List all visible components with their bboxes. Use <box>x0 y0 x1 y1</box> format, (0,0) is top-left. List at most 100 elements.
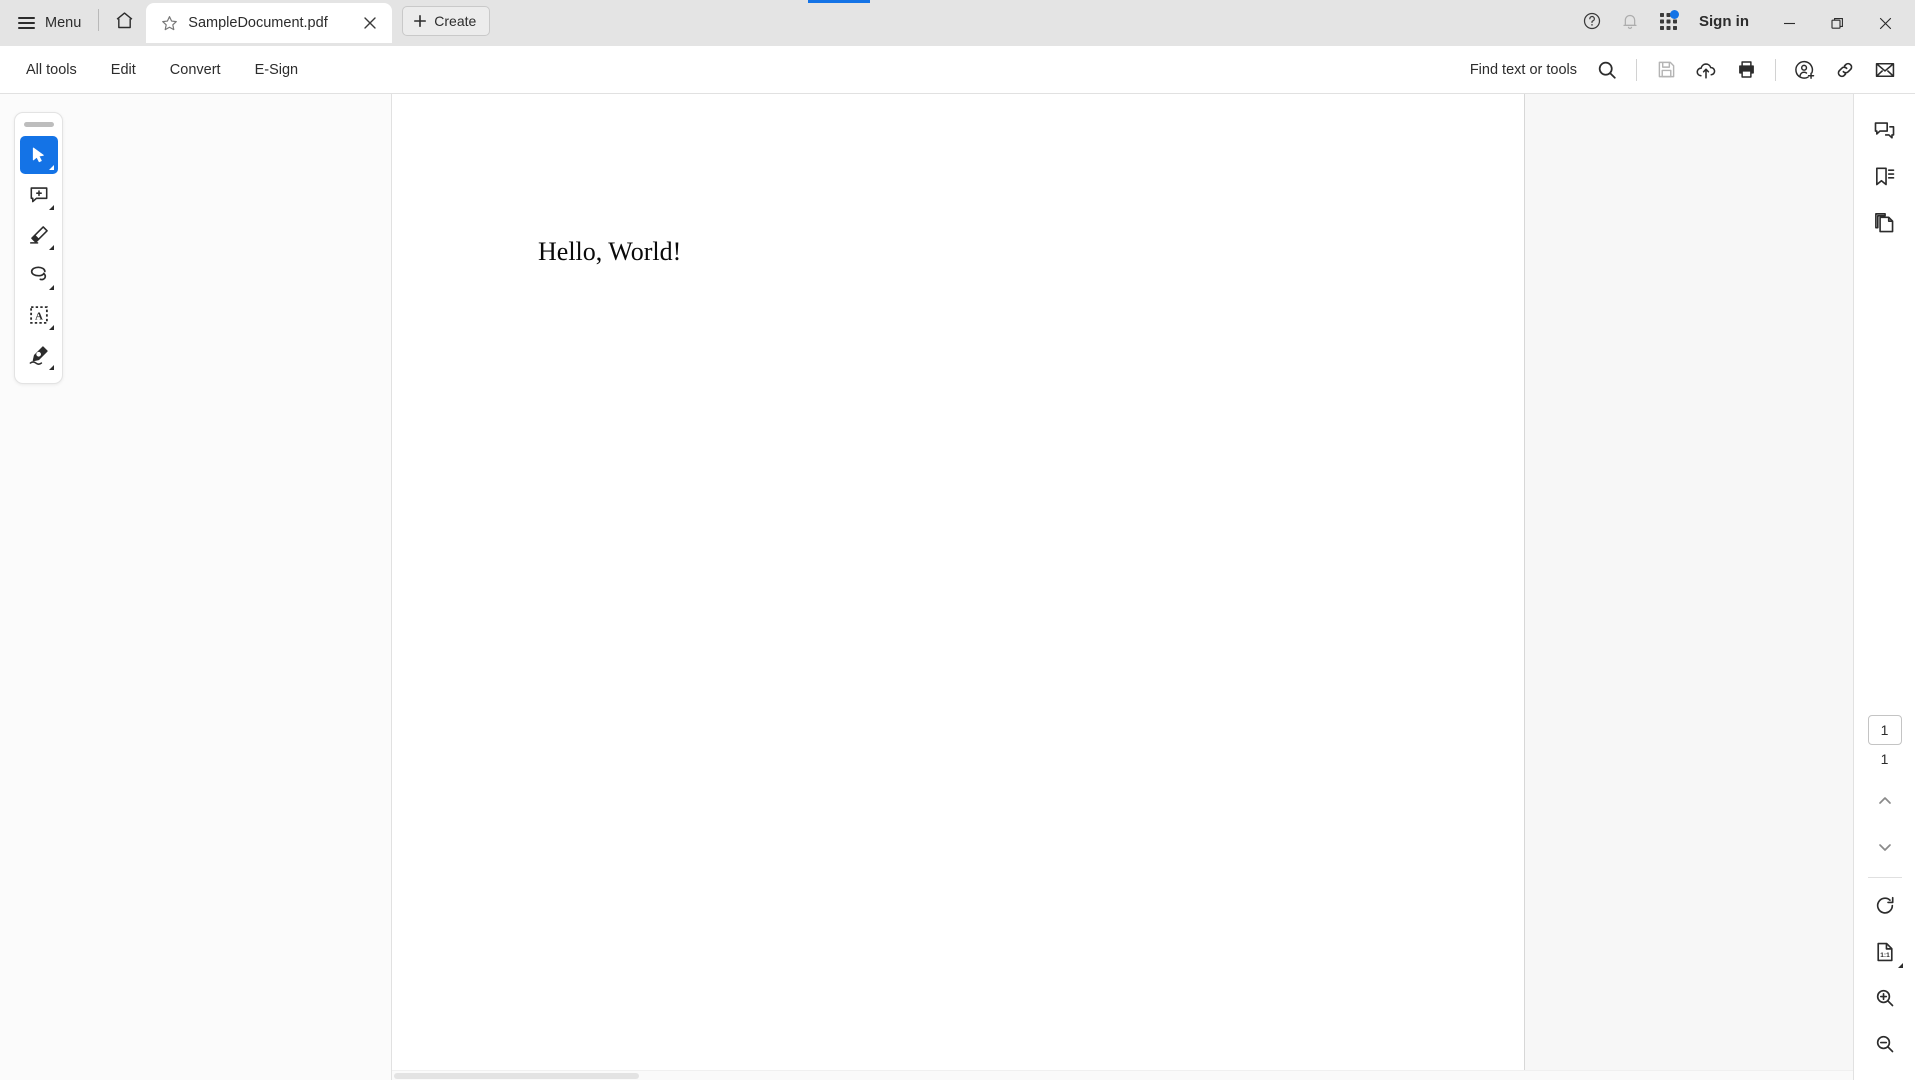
title-bar-left: Menu SampleDocument.pdf Create <box>0 0 491 46</box>
email-button[interactable] <box>1865 53 1905 87</box>
help-button[interactable] <box>1573 4 1611 38</box>
dropdown-corner-indicator <box>48 165 54 170</box>
title-bar: Menu SampleDocument.pdf Create Sign in <box>0 0 1915 46</box>
upload-cloud-button[interactable] <box>1686 53 1726 87</box>
minimize-icon <box>1783 17 1796 30</box>
chevron-up-icon <box>1877 793 1893 809</box>
link-icon <box>1834 59 1856 81</box>
select-text-box-icon: A <box>28 304 50 326</box>
highlighter-icon <box>28 224 50 246</box>
highlight-tool[interactable] <box>20 216 58 254</box>
star-icon[interactable] <box>160 14 179 33</box>
minimize-button[interactable] <box>1765 0 1813 46</box>
hamburger-icon <box>18 17 35 29</box>
dropdown-corner-indicator <box>48 325 54 330</box>
fit-page-1to1-icon: 1:1 <box>1874 941 1896 963</box>
pdf-page[interactable]: Hello, World! <box>392 94 1525 1080</box>
drag-handle[interactable] <box>23 122 54 127</box>
find-label: Find text or tools <box>1469 61 1577 78</box>
comments-panel-icon <box>1873 119 1896 142</box>
rotate-clockwise-icon <box>1874 895 1896 917</box>
print-icon <box>1736 59 1757 80</box>
sign-in-button[interactable]: Sign in <box>1687 4 1765 38</box>
save-button[interactable] <box>1646 53 1686 87</box>
previous-page-button[interactable] <box>1865 781 1905 821</box>
bell-icon <box>1620 11 1640 31</box>
dropdown-corner-indicator <box>48 285 54 290</box>
titlebar-divider <box>98 9 100 31</box>
cursor-arrow-icon <box>29 146 48 165</box>
bookmarks-panel-icon <box>1873 165 1896 188</box>
dropdown-corner-indicator <box>1897 963 1903 968</box>
rotate-button[interactable] <box>1865 886 1905 926</box>
restore-button[interactable] <box>1813 0 1861 46</box>
loading-progress-indicator <box>808 0 870 3</box>
fit-page-button[interactable]: 1:1 <box>1865 932 1905 972</box>
restore-icon <box>1830 17 1844 30</box>
svg-text:A: A <box>35 311 43 323</box>
page-number-input[interactable]: 1 <box>1867 715 1902 745</box>
comments-panel-button[interactable] <box>1865 110 1905 150</box>
right-panel-divider <box>1867 877 1902 878</box>
svg-text:1:1: 1:1 <box>1880 952 1890 959</box>
dropdown-corner-indicator <box>48 205 54 210</box>
menu-button-label: Menu <box>45 15 82 31</box>
zoom-in-button[interactable] <box>1865 978 1905 1018</box>
command-toolbar-actions: Find text or tools <box>1470 53 1915 87</box>
dropdown-corner-indicator <box>48 365 54 370</box>
page-total-label: 1 <box>1880 751 1889 767</box>
toolbar-divider-1 <box>1636 58 1637 81</box>
command-toolbar: All tools Edit Convert E-Sign Find text … <box>0 46 1915 94</box>
right-panel-bottom-group: 1 1 1:1 <box>1865 715 1905 1080</box>
window-close-button[interactable] <box>1861 0 1909 46</box>
home-button[interactable] <box>106 4 142 38</box>
left-panel: A <box>0 94 392 1080</box>
draw-lasso-tool[interactable] <box>20 256 58 294</box>
dropdown-corner-indicator <box>48 245 54 250</box>
horizontal-scroll-thumb[interactable] <box>394 1073 639 1079</box>
right-panel: 1 1 1:1 <box>1853 94 1915 1080</box>
home-icon <box>114 10 135 31</box>
plus-icon <box>413 14 427 28</box>
page-thumbnails-panel-button[interactable] <box>1865 202 1905 242</box>
tab-edit[interactable]: Edit <box>97 54 150 86</box>
notifications-button[interactable] <box>1611 4 1649 38</box>
app-switcher-button[interactable] <box>1649 4 1687 38</box>
window-close-icon <box>1879 17 1892 30</box>
title-bar-right: Sign in <box>1573 0 1915 46</box>
next-page-button[interactable] <box>1865 827 1905 867</box>
print-button[interactable] <box>1726 53 1766 87</box>
acrobat-window: Menu SampleDocument.pdf Create Sign in A… <box>0 0 1915 1080</box>
toolbar-divider-2 <box>1775 58 1776 81</box>
page-body-text: Hello, World! <box>538 237 682 266</box>
comment-plus-icon <box>28 184 50 206</box>
signature-tool[interactable] <box>20 336 58 374</box>
search-button[interactable] <box>1587 53 1627 87</box>
document-tab-title: SampleDocument.pdf <box>188 15 328 31</box>
right-panel-top-group <box>1865 94 1905 242</box>
copy-link-button[interactable] <box>1825 53 1865 87</box>
share-add-person-icon <box>1794 59 1816 81</box>
zoom-out-button[interactable] <box>1865 1024 1905 1064</box>
tab-convert[interactable]: Convert <box>156 54 235 86</box>
menu-button[interactable]: Menu <box>8 6 91 40</box>
create-button-label: Create <box>434 12 477 29</box>
text-select-tool[interactable]: A <box>20 296 58 334</box>
bookmarks-panel-button[interactable] <box>1865 156 1905 196</box>
add-comment-tool[interactable] <box>20 176 58 214</box>
save-icon <box>1657 60 1676 79</box>
document-tab[interactable]: SampleDocument.pdf <box>146 3 393 43</box>
tab-all-tools[interactable]: All tools <box>12 54 91 86</box>
lasso-icon <box>28 264 50 286</box>
share-button[interactable] <box>1785 53 1825 87</box>
email-icon <box>1874 59 1896 81</box>
search-icon <box>1596 59 1618 81</box>
horizontal-scrollbar[interactable] <box>392 1070 1853 1080</box>
close-icon[interactable] <box>358 11 382 35</box>
select-tool[interactable] <box>19 136 58 174</box>
zoom-out-icon <box>1874 1033 1896 1055</box>
create-button[interactable]: Create <box>402 5 491 36</box>
document-viewport[interactable]: Hello, World! <box>392 94 1853 1080</box>
chevron-down-icon <box>1877 839 1893 855</box>
tab-e-sign[interactable]: E-Sign <box>241 54 313 86</box>
